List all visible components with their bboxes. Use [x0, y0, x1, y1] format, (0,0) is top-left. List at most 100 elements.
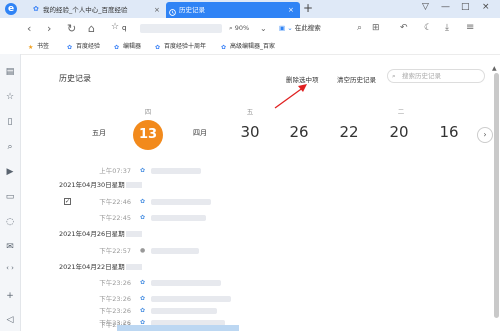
date-label: 2021年04月26日星期 — [59, 230, 125, 238]
scroll-up-icon[interactable]: ▲ — [492, 65, 497, 72]
paw-icon: ✿ — [140, 279, 146, 286]
zoom-value: 90% — [234, 24, 250, 32]
scrollbar[interactable] — [494, 73, 499, 318]
bookmark-item[interactable]: ✿ 高级编辑器_百家 — [221, 40, 275, 54]
reload-icon[interactable]: ↻ — [67, 22, 76, 35]
next-page-button[interactable]: › — [477, 127, 493, 143]
calendar-month[interactable]: 五月 — [84, 128, 114, 138]
weekday-label: 二 — [397, 108, 405, 116]
star-icon: ★ — [28, 44, 34, 51]
search-placeholder: 在此搜索 — [294, 24, 321, 32]
bookmark-item[interactable]: ✿ 百度经验十周年 — [155, 40, 206, 54]
blurred-title — [151, 168, 201, 174]
paw-icon: ✿ — [140, 167, 146, 174]
calendar-day-selected[interactable]: 13 — [133, 120, 163, 150]
calendar-month[interactable]: 四月 — [185, 128, 215, 138]
bookmarks-bar: ★ 书签 ✿ 百度经验 ✿ 编辑器 ✿ 百度经验十周年 ✿ 高级编辑器_百家 — [0, 40, 500, 55]
tab-my-experience[interactable]: ✿ 我的经验_个人中心_百度经验 × — [30, 2, 166, 18]
game-icon[interactable]: ▭ — [4, 191, 16, 203]
paw-icon: ✿ — [140, 295, 146, 302]
visit-time: 下午23:26 — [99, 279, 131, 287]
mail-icon[interactable]: ✉ — [4, 241, 16, 253]
blurred-title — [151, 199, 211, 205]
bookmark-item[interactable]: ✿ 百度经验 — [67, 40, 100, 54]
expand-arrows-icon[interactable]: ‹ › — [4, 262, 16, 274]
paw-icon: ✿ — [221, 44, 227, 51]
browser-logo-icon: e — [5, 3, 17, 15]
visit-time: 上午07:37 — [99, 167, 131, 175]
download-icon[interactable]: ⤓ — [445, 23, 449, 33]
visit-time: 下午23:26 — [99, 307, 131, 315]
menu-icon[interactable]: ▽ — [422, 2, 429, 12]
bookmark-item[interactable]: ✿ 编辑器 — [114, 40, 141, 54]
calendar-day[interactable]: 20 — [384, 123, 414, 141]
close-window-button[interactable]: × — [482, 2, 490, 12]
new-tab-button[interactable]: + — [303, 1, 313, 15]
search-icon[interactable]: ⌕ — [357, 23, 362, 33]
bookmark-item[interactable]: ★ 书签 — [28, 40, 49, 54]
collapse-sidebar-icon[interactable]: ◁ — [4, 314, 16, 326]
paw-icon: ✿ — [140, 198, 146, 205]
address-text: q — [122, 24, 127, 32]
dropdown-chevron-icon[interactable]: ⌄ — [260, 24, 267, 33]
calendar-day[interactable]: 30 — [235, 123, 265, 141]
globe-icon: ● — [140, 247, 146, 254]
history-row[interactable]: 下午23:26 ✿ — [59, 305, 259, 317]
blurred-title — [151, 215, 206, 221]
date-header: 2021年04月26日星期 — [59, 228, 259, 240]
close-tab-icon[interactable]: × — [154, 2, 160, 18]
calendar-day[interactable]: 26 — [284, 123, 314, 141]
search-icon[interactable]: ⌕ — [4, 141, 16, 153]
favorites-star-icon[interactable]: ☆ — [4, 91, 16, 103]
blurred-text — [125, 264, 142, 270]
minimize-button[interactable]: — — [441, 2, 450, 12]
visit-time: 下午22:57 — [99, 247, 131, 255]
blurred-text — [125, 231, 142, 237]
side-toolbar: ▤ ☆ ▯ ⌕ ▶ ▭ ◌ ✉ ‹ › + ◁ — [0, 54, 21, 331]
visit-time: 下午22:46 — [99, 198, 131, 206]
back-icon[interactable]: ‹ — [27, 22, 31, 35]
annotation-arrow — [274, 84, 307, 109]
paw-icon: ✿ — [114, 44, 120, 51]
close-tab-icon[interactable]: × — [288, 2, 294, 18]
forward-icon[interactable]: › — [47, 22, 51, 35]
menu-icon[interactable]: ≡ — [466, 22, 474, 33]
history-row[interactable]: 上午07:37 ✿ — [59, 165, 259, 177]
chat-icon[interactable]: ◌ — [4, 216, 16, 228]
history-row[interactable]: ✓ 下午22:46 ✿ — [59, 196, 259, 208]
calendar-day[interactable]: 16 — [434, 123, 464, 141]
paw-icon: ✿ — [140, 214, 146, 221]
search-box[interactable]: ▣ ⌄ 在此搜索 — [279, 21, 341, 36]
add-icon[interactable]: + — [4, 290, 16, 302]
clock-icon — [169, 6, 176, 16]
visit-time: 下午22:45 — [99, 214, 131, 222]
history-page: 历史记录 删除选中项 清空历史记录 ⌕ 搜索历史记录 四 五 二 五月 13 四… — [21, 55, 500, 331]
address-bar[interactable]: q — [122, 21, 230, 36]
bookmark-label: 高级编辑器_百家 — [230, 43, 276, 50]
calendar-day[interactable]: 22 — [334, 123, 364, 141]
history-row[interactable]: 下午23:26 ✿ — [59, 277, 259, 289]
maximize-button[interactable]: □ — [461, 2, 470, 12]
tab-history[interactable]: 历史记录 × — [166, 2, 300, 18]
tab-label: 我的经验_个人中心_百度经验 — [43, 6, 128, 14]
history-row[interactable]: 下午23:26 ✿ — [59, 293, 259, 305]
extensions-icon[interactable]: ⊞ — [372, 23, 380, 33]
paw-icon: ✿ — [155, 44, 161, 51]
history-row[interactable]: 下午22:57 ● — [59, 245, 259, 257]
undo-icon[interactable]: ↶ — [400, 23, 408, 33]
history-row[interactable]: 下午22:45 ✿ — [59, 212, 259, 224]
zoom-level[interactable]: ⌕ 90% — [229, 21, 249, 36]
row-checkbox[interactable]: ✓ — [64, 198, 71, 205]
video-icon[interactable]: ▶ — [4, 166, 16, 178]
search-engine-icon: ▣ ⌄ — [279, 24, 293, 32]
blurred-text — [125, 182, 142, 188]
date-label: 2021年04月30日星期 — [59, 181, 125, 189]
blurred-title — [151, 296, 231, 302]
star-icon[interactable]: ☆ — [111, 22, 119, 32]
bookmark-label: 书签 — [37, 43, 50, 50]
night-mode-icon[interactable]: ☾ — [424, 23, 432, 33]
home-icon[interactable]: ⌂ — [88, 22, 95, 35]
bookmark-label: 百度经验十周年 — [164, 43, 207, 50]
sidebar-toggle-icon[interactable]: ▤ — [4, 66, 16, 78]
reading-icon[interactable]: ▯ — [4, 116, 16, 128]
